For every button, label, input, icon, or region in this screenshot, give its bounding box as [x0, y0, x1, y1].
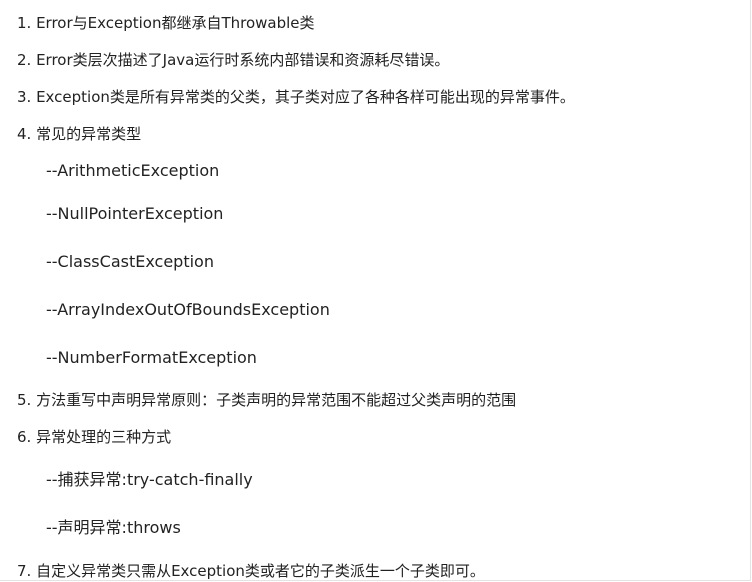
handling-method-catch: --捕获异常:try-catch-finally — [46, 470, 253, 489]
exception-type-arithmetic: --ArithmeticException — [46, 161, 220, 180]
document-frame: 1. Error与Exception都继承自Throwable类 2. Erro… — [0, 0, 751, 581]
exception-type-class-cast: --ClassCastException — [46, 252, 214, 271]
list-item-3: 3. Exception类是所有异常类的父类，其子类对应了各种各样可能出现的异常… — [17, 88, 575, 106]
list-item-2: 2. Error类层次描述了Java运行时系统内部错误和资源耗尽错误。 — [17, 51, 450, 69]
exception-type-number-format: --NumberFormatException — [46, 348, 257, 367]
list-item-6: 6. 异常处理的三种方式 — [17, 428, 172, 446]
exception-type-null-pointer: --NullPointerException — [46, 204, 224, 223]
list-item-5: 5. 方法重写中声明异常原则：子类声明的异常范围不能超过父类声明的范围 — [17, 391, 517, 409]
list-item-1: 1. Error与Exception都继承自Throwable类 — [17, 14, 315, 32]
list-item-7: 7. 自定义异常类只需从Exception类或者它的子类派生一个子类即可。 — [17, 562, 485, 580]
handling-method-throws: --声明异常:throws — [46, 518, 181, 537]
exception-type-array-index: --ArrayIndexOutOfBoundsException — [46, 300, 330, 319]
list-item-4: 4. 常见的异常类型 — [17, 125, 142, 143]
